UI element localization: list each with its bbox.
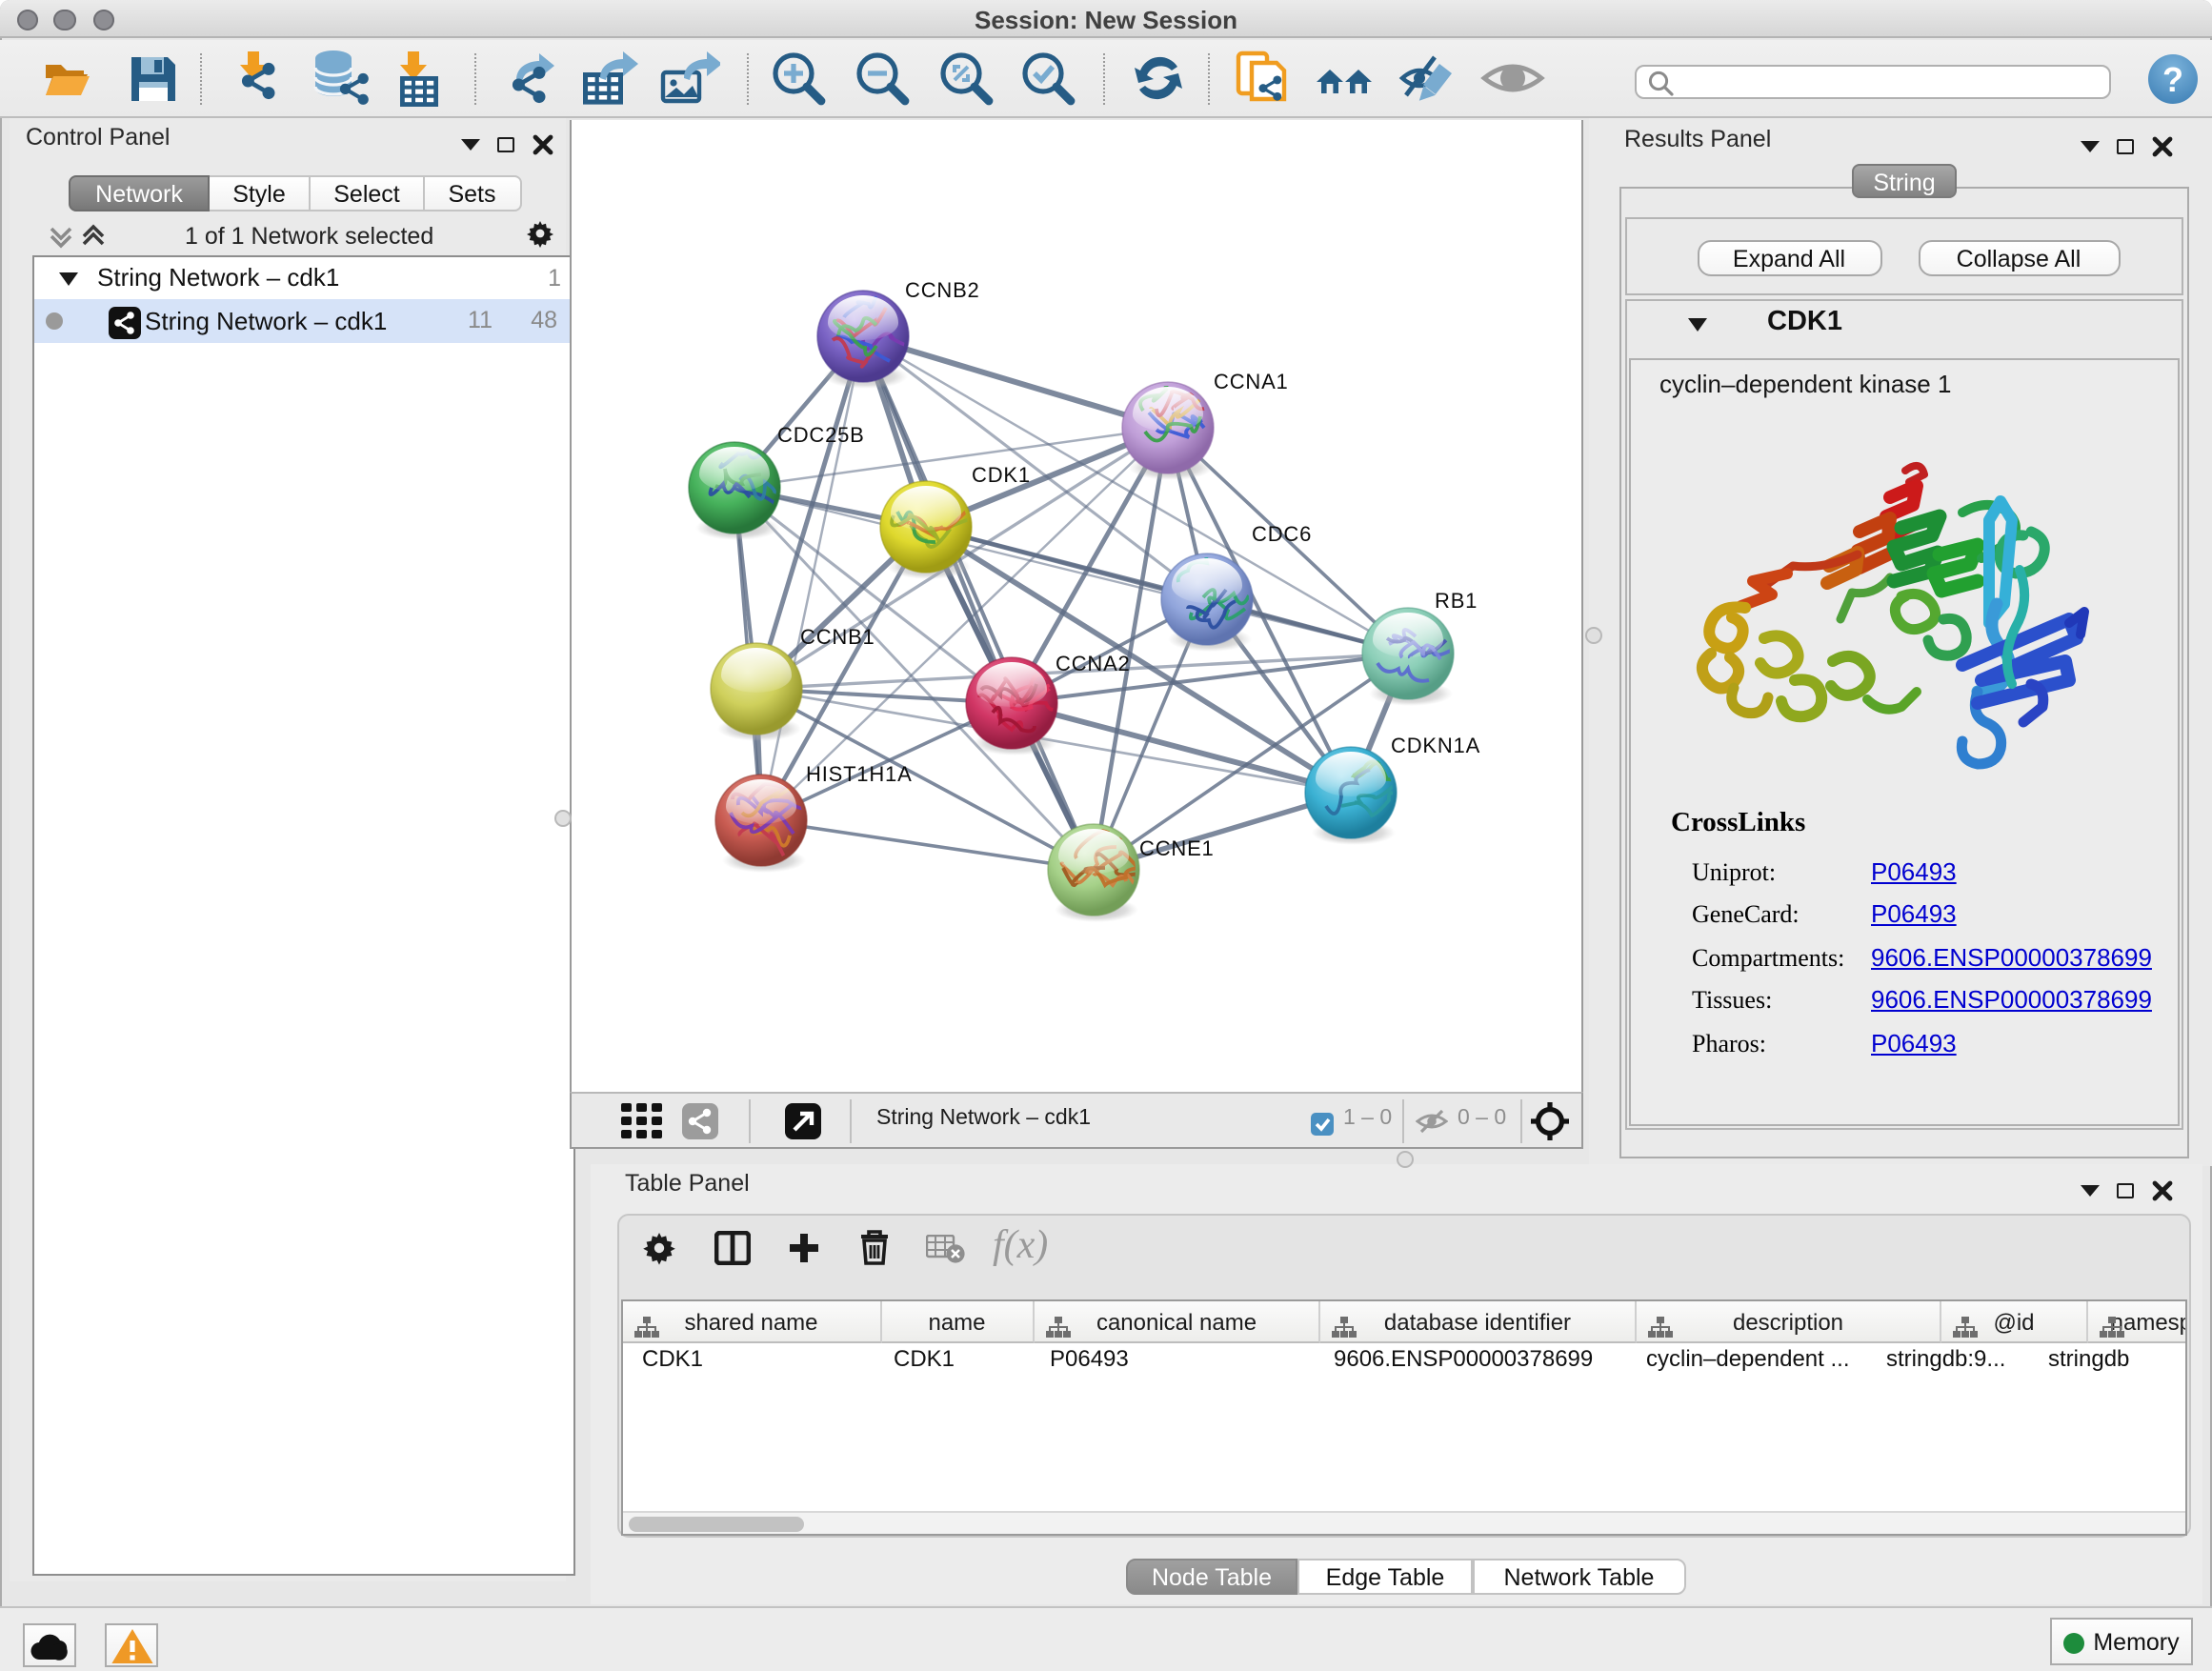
svg-text:?: ? xyxy=(2162,60,2183,99)
